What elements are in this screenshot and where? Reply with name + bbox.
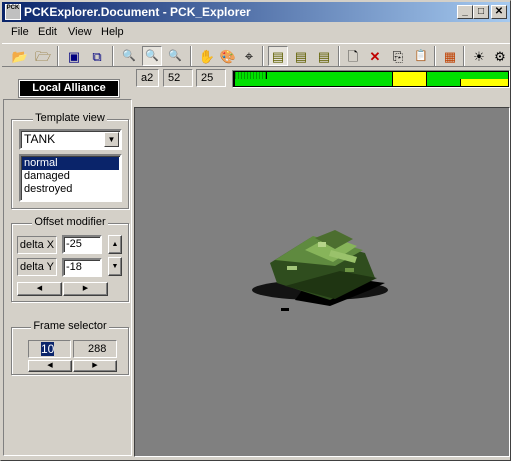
offset-right-button[interactable]: ▶ [63,282,108,296]
menu-edit[interactable]: Edit [38,26,57,38]
layer-1-icon[interactable]: ▤ [268,46,288,66]
value1-field: 52 [163,69,193,87]
settings-icon[interactable]: ⚙ [490,46,510,66]
frame-prev-button[interactable]: ◀ [28,360,72,372]
total-frames-field: 288 [73,340,117,358]
menu-bar: File Edit View Help [2,23,510,42]
app-icon: PCK [5,4,21,20]
maximize-button[interactable]: □ [473,5,489,19]
open-file-icon[interactable]: 🗁 [33,46,53,66]
offset-down-button[interactable]: ▼ [108,257,122,276]
offset-up-button[interactable]: ▲ [108,235,122,254]
color-grid-icon[interactable]: ▦ [440,46,460,66]
zoom-1x-icon[interactable]: 🔍 [119,46,139,66]
export-icon[interactable]: ⧉ [87,46,107,66]
chevron-down-icon[interactable]: ▼ [104,132,119,147]
new-document-icon[interactable]: 🗋 [343,46,363,66]
template-type-value: TANK [24,132,56,146]
layer-2-icon[interactable]: ▤ [291,46,311,66]
app-window: PCK PCKExplorer.Document - PCK_Explorer … [0,0,511,461]
menu-view[interactable]: View [68,26,92,38]
value2-field: 25 [196,69,226,87]
template-state-list[interactable]: normal damaged destroyed [19,154,122,202]
offset-left-button[interactable]: ◀ [17,282,62,296]
list-item-damaged[interactable]: damaged [22,170,119,183]
open-folder-icon[interactable]: 📂 [10,46,30,66]
menu-help[interactable]: Help [101,26,124,38]
current-frame-field[interactable]: 10 [28,340,71,358]
zoom-4x-icon[interactable]: 🔍 [165,46,185,66]
layer-all-icon[interactable]: ▤ [314,46,334,66]
delta-y-field[interactable]: -18 [62,258,102,277]
color-bar [232,70,510,88]
tank-sprite [252,230,388,311]
hand-icon[interactable]: ✋ [197,46,217,66]
list-item-normal[interactable]: normal [22,157,119,170]
toolbar: 📂 🗁 ▣ ⧉ 🔍 🔍 🔍 ✋ 🎨 ⌖ ▤ ▤ ▤ 🗋 ✕ ⎘ 📋 ▦ ☀ ⚙ [2,43,510,67]
close-button[interactable]: ✕ [491,5,507,19]
title-bar[interactable]: PCK PCKExplorer.Document - PCK_Explorer … [2,2,510,22]
zoom-2x-icon[interactable]: 🔍 [142,46,162,66]
template-view-title: Template view [33,112,107,124]
window-title: PCKExplorer.Document - PCK_Explorer [24,5,251,19]
offset-modifier-title: Offset modifier [32,216,108,228]
delete-icon[interactable]: ✕ [365,46,385,66]
palette-icon[interactable]: 🎨 [218,46,238,66]
frame-selector-title: Frame selector [31,320,109,332]
delta-x-label: delta X [17,236,57,254]
crosshair-icon[interactable]: ⌖ [239,46,259,66]
menu-file[interactable]: File [11,26,29,38]
sprite-canvas[interactable] [134,107,510,457]
copy-icon[interactable]: ⎘ [388,46,408,66]
minimize-button[interactable]: _ [457,5,473,19]
delta-y-label: delta Y [17,258,57,276]
list-item-destroyed[interactable]: destroyed [22,183,119,196]
code-field: a2 [136,69,159,87]
import-icon[interactable]: ▣ [64,46,84,66]
current-frame-value: 10 [41,342,55,356]
template-type-select[interactable]: TANK ▼ [19,129,122,150]
delta-x-field[interactable]: -25 [62,235,102,254]
paste-icon[interactable]: 📋 [411,46,431,66]
faction-label: Local Alliance [18,79,120,98]
frame-next-button[interactable]: ▶ [73,360,117,372]
light-icon[interactable]: ☀ [469,46,489,66]
